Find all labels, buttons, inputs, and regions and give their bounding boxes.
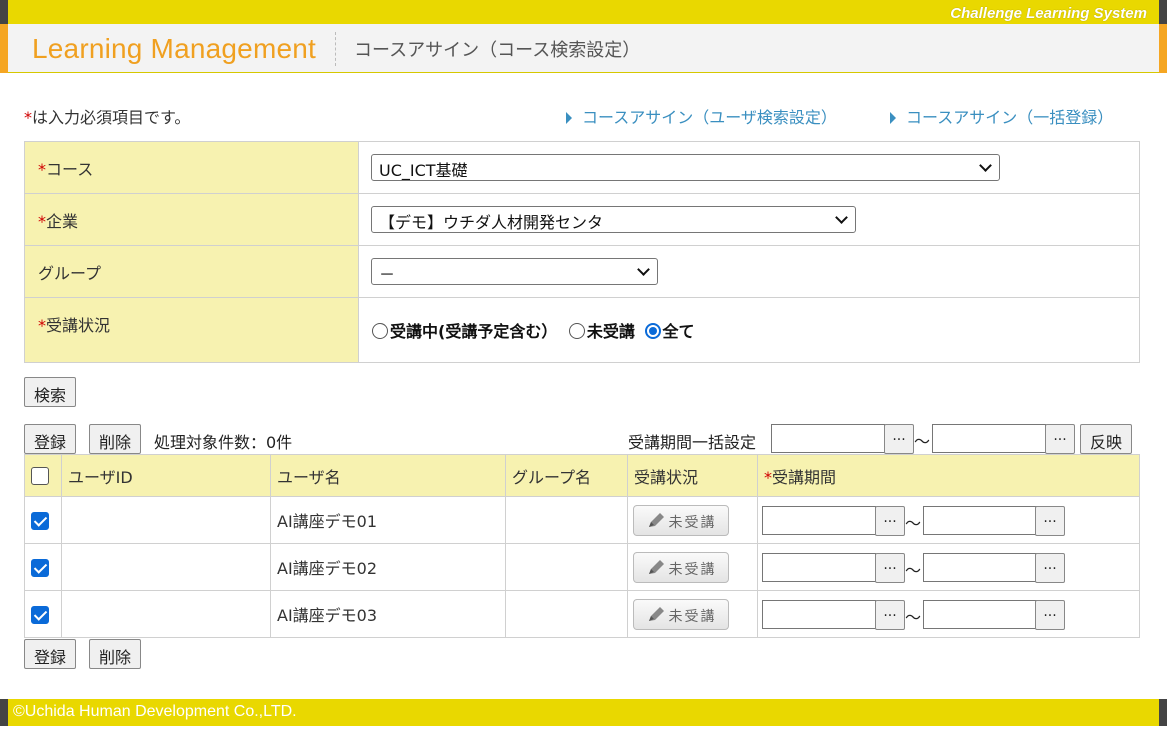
period-start-picker[interactable]: ... <box>875 600 905 630</box>
tilde-separator: ～ <box>914 432 931 451</box>
status-option-not-started[interactable]: 未受講 <box>568 322 635 341</box>
copyright: ©Uchida Human Development Co.,LTD. <box>13 703 297 720</box>
bulk-period-end-input[interactable] <box>932 424 1046 453</box>
table-row: AI講座デモ01 未受講 ... ～ ... <box>24 496 1140 544</box>
pencil-icon <box>648 606 664 621</box>
record-count: 処理対象件数：0件 <box>154 433 293 452</box>
header-select-all <box>24 454 62 497</box>
pencil-icon <box>648 559 664 574</box>
select-all-checkbox[interactable] <box>31 467 49 486</box>
header-status: 受講状況 <box>627 454 758 497</box>
period-start-input[interactable] <box>762 506 876 535</box>
period-bulk-label: 受講期間一括設定 <box>628 433 757 452</box>
course-select[interactable]: UC_ICT基礎 <box>371 154 1000 181</box>
footer: ©Uchida Human Development Co.,LTD. <box>0 699 1167 726</box>
group-cell <box>505 590 628 638</box>
radio-in-progress[interactable] <box>372 323 388 339</box>
page-title: コースアサイン（コース検索設定） <box>354 40 641 61</box>
status-option-all[interactable]: 全て <box>644 322 695 341</box>
chevron-down-icon <box>835 211 848 224</box>
header-user-id: ユーザID <box>61 454 271 497</box>
period-start-picker[interactable]: ... <box>875 506 905 536</box>
group-label: グループ <box>24 245 359 298</box>
row-checkbox[interactable] <box>31 511 49 530</box>
chevron-down-icon <box>979 159 992 172</box>
status-button[interactable]: 未受講 <box>633 551 729 583</box>
period-end-picker[interactable]: ... <box>1035 506 1065 536</box>
radio-not-started[interactable] <box>568 323 585 339</box>
header-right-accent <box>1159 24 1167 73</box>
header-left-accent <box>0 24 8 73</box>
group-cell <box>505 496 628 544</box>
bulk-period-start-input[interactable] <box>771 424 885 453</box>
tilde-separator: ～ <box>905 514 922 533</box>
apply-button[interactable]: 反映 <box>1080 424 1133 454</box>
period-end-picker[interactable]: ... <box>1035 600 1065 630</box>
triangle-right-icon <box>566 111 572 124</box>
user-id-cell <box>61 590 271 638</box>
header-divider <box>335 32 336 66</box>
search-form: *コース UC_ICT基礎 *企業 【デモ】ウチダ人材開発センタ グループ － … <box>24 141 1140 363</box>
triangle-right-icon <box>890 111 896 124</box>
table-row: AI講座デモ03 未受講 ... ～ ... <box>24 590 1140 638</box>
company-label: *企業 <box>24 193 359 246</box>
status-button[interactable]: 未受講 <box>633 504 729 536</box>
chevron-down-icon <box>637 263 650 276</box>
bulk-period-start-picker[interactable]: ... <box>884 424 914 454</box>
link-user-search-settings[interactable]: コースアサイン（ユーザ検索設定） <box>566 104 837 128</box>
tilde-separator: ～ <box>905 608 922 627</box>
required-note: *は入力必須項目です。 <box>24 108 191 127</box>
period-start-input[interactable] <box>762 600 876 629</box>
header-group-name: グループ名 <box>505 454 628 497</box>
row-checkbox[interactable] <box>31 558 49 577</box>
status-button[interactable]: 未受講 <box>633 598 729 630</box>
user-name-cell: AI講座デモ03 <box>270 590 506 638</box>
delete-button-top[interactable]: 削除 <box>89 424 142 454</box>
user-name-cell: AI講座デモ02 <box>270 543 506 591</box>
top-bar: Challenge Learning System <box>0 0 1167 24</box>
bulk-period-end-picker[interactable]: ... <box>1045 424 1075 454</box>
status-label: *受講状況 <box>24 297 359 363</box>
header-user-name: ユーザ名 <box>270 454 506 497</box>
course-label: *コース <box>24 141 359 194</box>
delete-button-bottom[interactable]: 削除 <box>89 639 142 669</box>
company-select[interactable]: 【デモ】ウチダ人材開発センタ <box>371 206 856 233</box>
user-id-cell <box>61 496 271 544</box>
status-radio-group: 受講中(受講予定含む） 未受講 全て <box>372 322 695 341</box>
table-header-row: ユーザID ユーザ名 グループ名 受講状況 *受講期間 <box>24 454 1140 497</box>
user-id-cell <box>61 543 271 591</box>
period-start-picker[interactable]: ... <box>875 553 905 583</box>
group-select[interactable]: － <box>371 258 658 285</box>
search-button[interactable]: 検索 <box>24 377 77 407</box>
user-table: ユーザID ユーザ名 グループ名 受講状況 *受講期間 AI講座デモ01 未受講… <box>24 454 1140 638</box>
register-button-bottom[interactable]: 登録 <box>24 639 77 669</box>
group-cell <box>505 543 628 591</box>
header: Learning Management コースアサイン（コース検索設定） <box>0 24 1167 73</box>
row-checkbox[interactable] <box>31 605 49 624</box>
system-name: Challenge Learning System <box>950 5 1147 22</box>
app-logo: Learning Management <box>32 33 316 64</box>
tilde-separator: ～ <box>905 561 922 580</box>
radio-all[interactable] <box>644 323 661 339</box>
register-button-top[interactable]: 登録 <box>24 424 77 454</box>
period-end-picker[interactable]: ... <box>1035 553 1065 583</box>
link-bulk-registration[interactable]: コースアサイン（一括登録） <box>890 104 1113 128</box>
period-end-input[interactable] <box>923 506 1037 535</box>
period-start-input[interactable] <box>762 553 876 582</box>
period-end-input[interactable] <box>923 553 1037 582</box>
user-name-cell: AI講座デモ01 <box>270 496 506 544</box>
table-row: AI講座デモ02 未受講 ... ～ ... <box>24 543 1140 591</box>
pencil-icon <box>648 512 664 527</box>
status-option-in-progress[interactable]: 受講中(受講予定含む） <box>372 322 557 341</box>
period-end-input[interactable] <box>923 600 1037 629</box>
header-period: *受講期間 <box>757 454 1140 497</box>
